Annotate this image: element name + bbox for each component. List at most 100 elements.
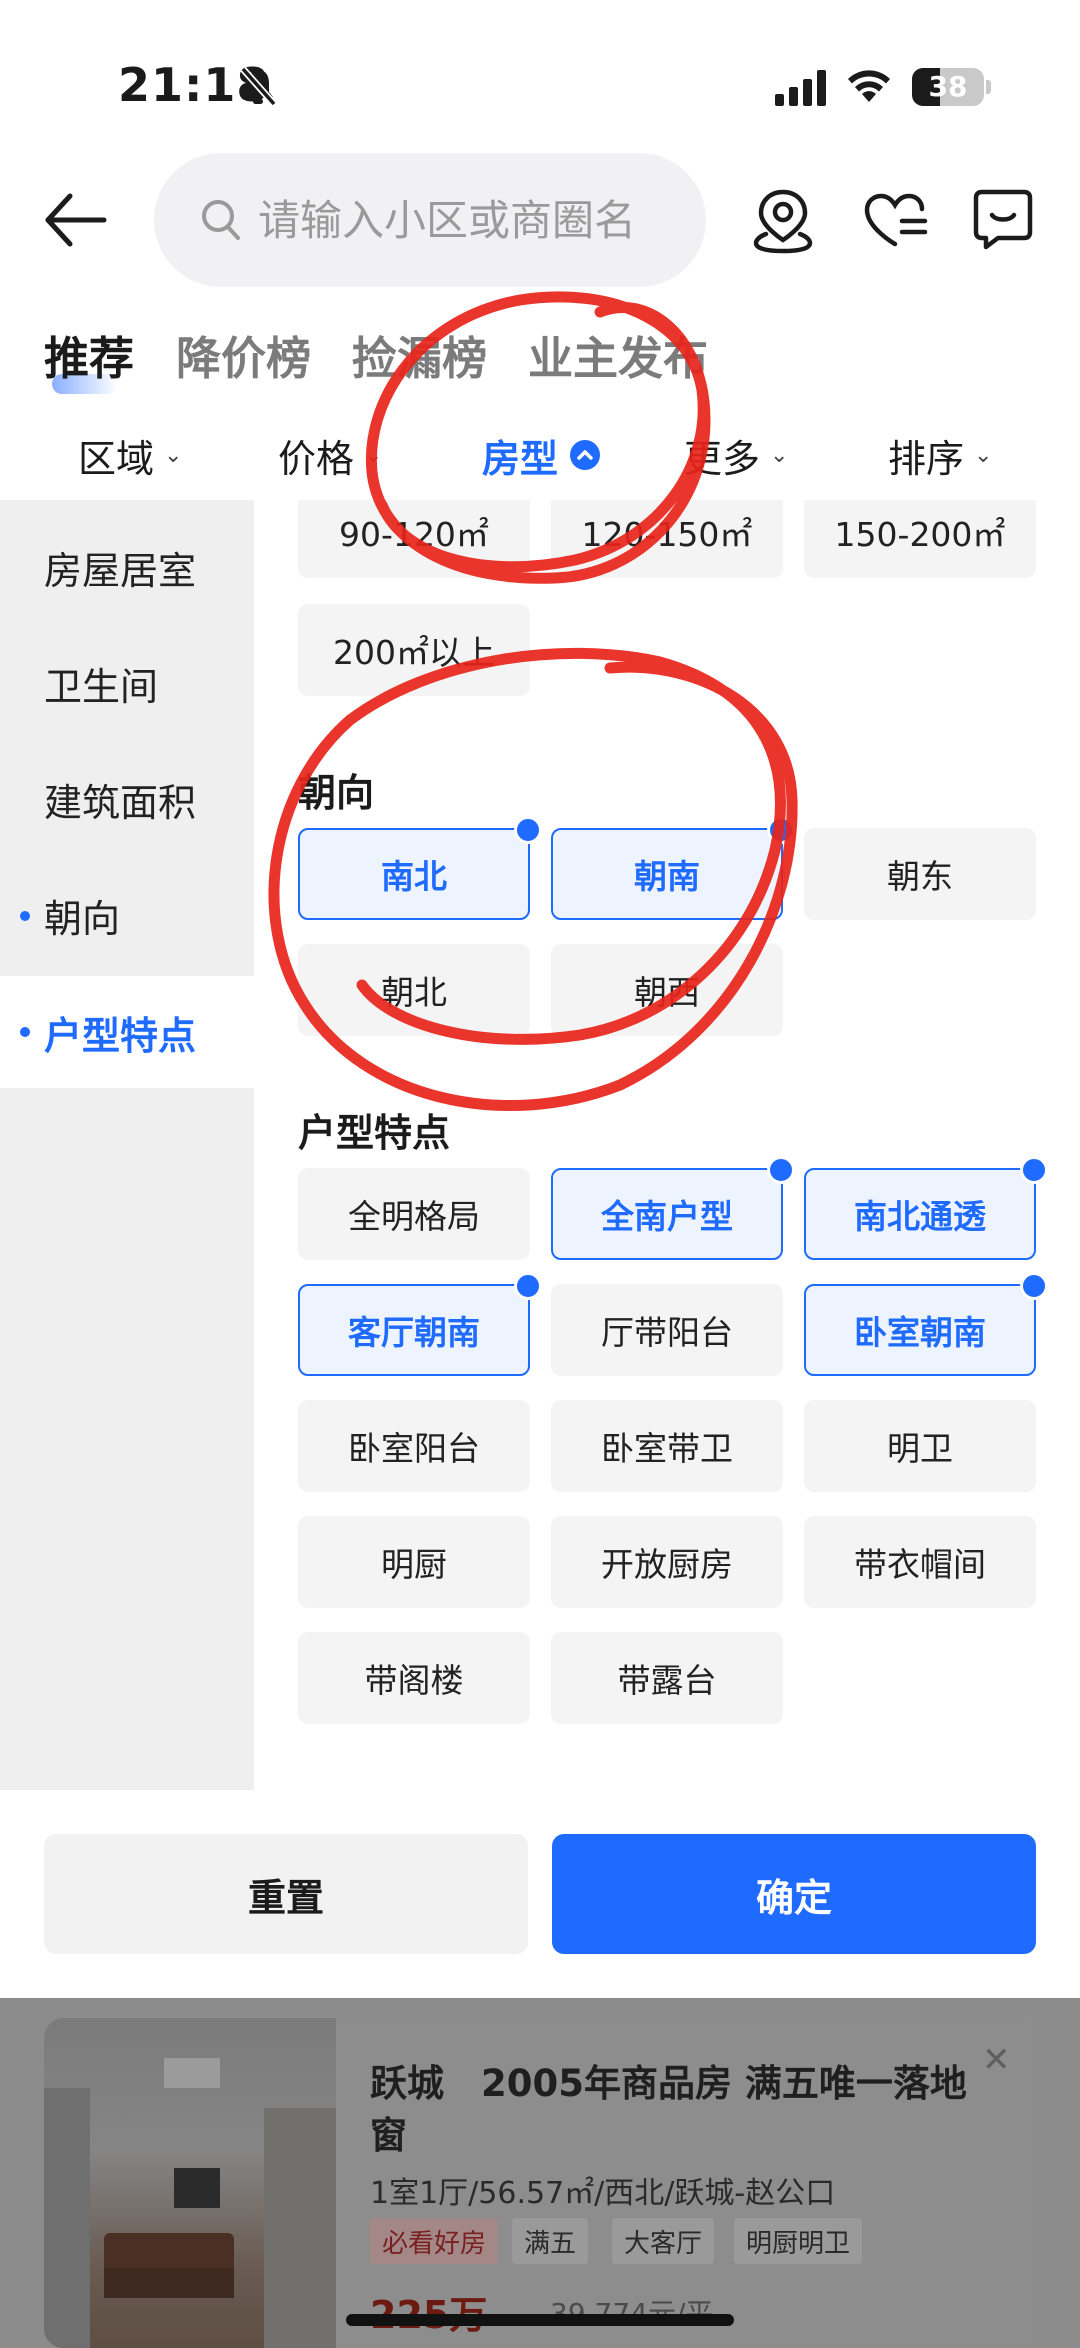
check-badge-icon [1020,1272,1048,1300]
tab-price-drop[interactable]: 降价榜 [176,322,311,387]
sidebar-item-label: 户型特点 [44,1013,197,1058]
listing-tag: 满五 [512,2218,589,2264]
chevron-down-icon: ⌄ [974,442,993,468]
check-badge-icon [767,1156,795,1184]
listing-tag: 明厨明卫 [734,2218,863,2264]
listing-tag: 大客厅 [612,2218,715,2264]
option-label: 全南户型 [601,1197,733,1236]
orientation-section-title: 朝向 [298,771,375,815]
bell-muted-icon [240,66,276,106]
filter-bar: 区域 ⌄ 价格 ⌄ 房型 更多 ⌄ 排序 ⌄ [0,410,1080,500]
feature-option[interactable]: 全南户型 [551,1156,795,1260]
chevron-down-icon: ⌄ [164,442,183,468]
area-option[interactable]: 150-200㎡ [804,500,1036,578]
filter-price[interactable]: 价格 ⌄ [278,410,382,500]
sidebar-item-label: 朝向 [44,896,121,941]
sidebar-item-area[interactable]: 建筑面积 [0,744,254,854]
option-label: 南北 [381,857,447,896]
orientation-option-south-north[interactable]: 南北 [298,816,542,920]
orientation-option-west[interactable]: 朝西 [551,944,783,1036]
feature-option[interactable]: 明卫 [804,1400,1036,1492]
back-arrow-icon[interactable] [40,188,110,252]
filter-room-type[interactable]: 房型 [482,410,601,500]
listing-price: 225万 [370,2284,487,2339]
listing-meta: 1室1厅/56.57㎡/西北/跃城-赵公口 [370,2176,836,2211]
map-location-icon[interactable] [752,188,814,254]
chevron-up-icon [570,440,601,470]
listing-card: 跃城 2005年商品房 满五唯一落地窗 ✕ 1室1厅/56.57㎡/西北/跃城-… [44,2018,1036,2348]
feature-option[interactable]: 带露台 [551,1632,783,1724]
listing-tag: 必看好房 [370,2218,499,2264]
battery-icon: 38 [912,68,984,106]
home-indicator [346,2314,734,2326]
feature-option[interactable]: 全明格局 [298,1168,530,1260]
battery-level: 38 [928,70,968,103]
filter-district-label: 区域 [78,436,155,481]
filter-more-label: 更多 [684,436,761,481]
reset-button[interactable]: 重置 [44,1834,528,1954]
tab-bargain[interactable]: 捡漏榜 [352,322,487,387]
check-badge-icon [1020,1156,1048,1184]
listing-title: 跃城 2005年商品房 满五唯一落地窗 [370,2062,967,2157]
search-icon [202,200,240,240]
check-badge-icon [767,816,795,844]
feature-option[interactable]: 卧室带卫 [551,1400,783,1492]
wifi-icon [848,70,890,102]
filter-district[interactable]: 区域 ⌄ [78,410,182,500]
filter-category-sidebar: 房屋居室 卫生间 建筑面积 朝向 户型特点 [0,500,254,1790]
option-label: 卧室朝南 [854,1313,986,1352]
filter-sort-label: 排序 [888,436,965,481]
features-section-title: 户型特点 [298,1111,451,1155]
feature-option[interactable]: 卧室阳台 [298,1400,530,1492]
feature-option[interactable]: 卧室朝南 [804,1272,1048,1376]
sidebar-item-features[interactable]: 户型特点 [0,976,254,1088]
feature-option[interactable]: 明厨 [298,1516,530,1608]
check-badge-icon [514,1272,542,1300]
listing-unit-price: 39,774元/平 [550,2292,713,2332]
sidebar-item-orientation[interactable]: 朝向 [0,860,254,970]
feature-option[interactable]: 厅带阳台 [551,1284,783,1376]
listing-photo [44,2018,336,2348]
filter-more[interactable]: 更多 ⌄ [684,410,788,500]
area-option[interactable]: 90-120㎡ [298,500,530,578]
feature-option[interactable]: 南北通透 [804,1156,1048,1260]
list-tabs: 推荐 降价榜 捡漏榜 业主发布 [0,322,1080,402]
check-badge-icon [514,816,542,844]
sidebar-item-bathrooms[interactable]: 卫生间 [0,628,254,738]
sidebar-item-label: 房屋居室 [44,548,197,593]
option-label: 朝南 [634,857,700,896]
tab-owner-listing[interactable]: 业主发布 [528,322,708,387]
feature-option[interactable]: 开放厨房 [551,1516,783,1608]
room-type-filter-panel: 房屋居室 卫生间 建筑面积 朝向 户型特点 90-120㎡ 120-150㎡ 1… [0,500,1080,1998]
favorites-heart-icon[interactable] [862,192,928,250]
selected-dot-icon [20,1027,30,1037]
orientation-option-north[interactable]: 朝北 [298,944,530,1036]
sidebar-item-bedrooms[interactable]: 房屋居室 [0,512,254,622]
tab-recommend[interactable]: 推荐 [44,322,134,387]
battery-tip [986,80,991,94]
sidebar-item-label: 卫生间 [44,664,159,709]
area-option[interactable]: 200㎡以上 [298,604,530,696]
cellular-signal-icon [775,70,826,106]
sidebar-item-label: 建筑面积 [44,780,197,825]
filter-sort[interactable]: 排序 ⌄ [888,410,992,500]
chevron-down-icon: ⌄ [770,442,789,468]
orientation-option-east[interactable]: 朝东 [804,828,1036,920]
option-label: 南北通透 [854,1197,986,1236]
area-option[interactable]: 120-150㎡ [551,500,783,578]
selected-dot-icon [20,911,30,921]
feature-option[interactable]: 带阁楼 [298,1632,530,1724]
message-icon[interactable] [972,188,1034,250]
feature-option[interactable]: 带衣帽间 [804,1516,1036,1608]
filter-options: 90-120㎡ 120-150㎡ 150-200㎡ 200㎡以上 朝向 南北 朝… [254,500,1080,1790]
search-input[interactable] [258,153,688,287]
feature-option[interactable]: 客厅朝南 [298,1272,542,1376]
orientation-option-south[interactable]: 朝南 [551,816,795,920]
close-icon[interactable]: ✕ [982,2040,1011,2080]
confirm-button[interactable]: 确定 [552,1834,1036,1954]
filter-room-type-label: 房型 [482,436,559,481]
chevron-down-icon: ⌄ [364,442,383,468]
filter-price-label: 价格 [278,436,355,481]
search-bar[interactable] [154,153,706,287]
option-label: 客厅朝南 [348,1313,480,1352]
